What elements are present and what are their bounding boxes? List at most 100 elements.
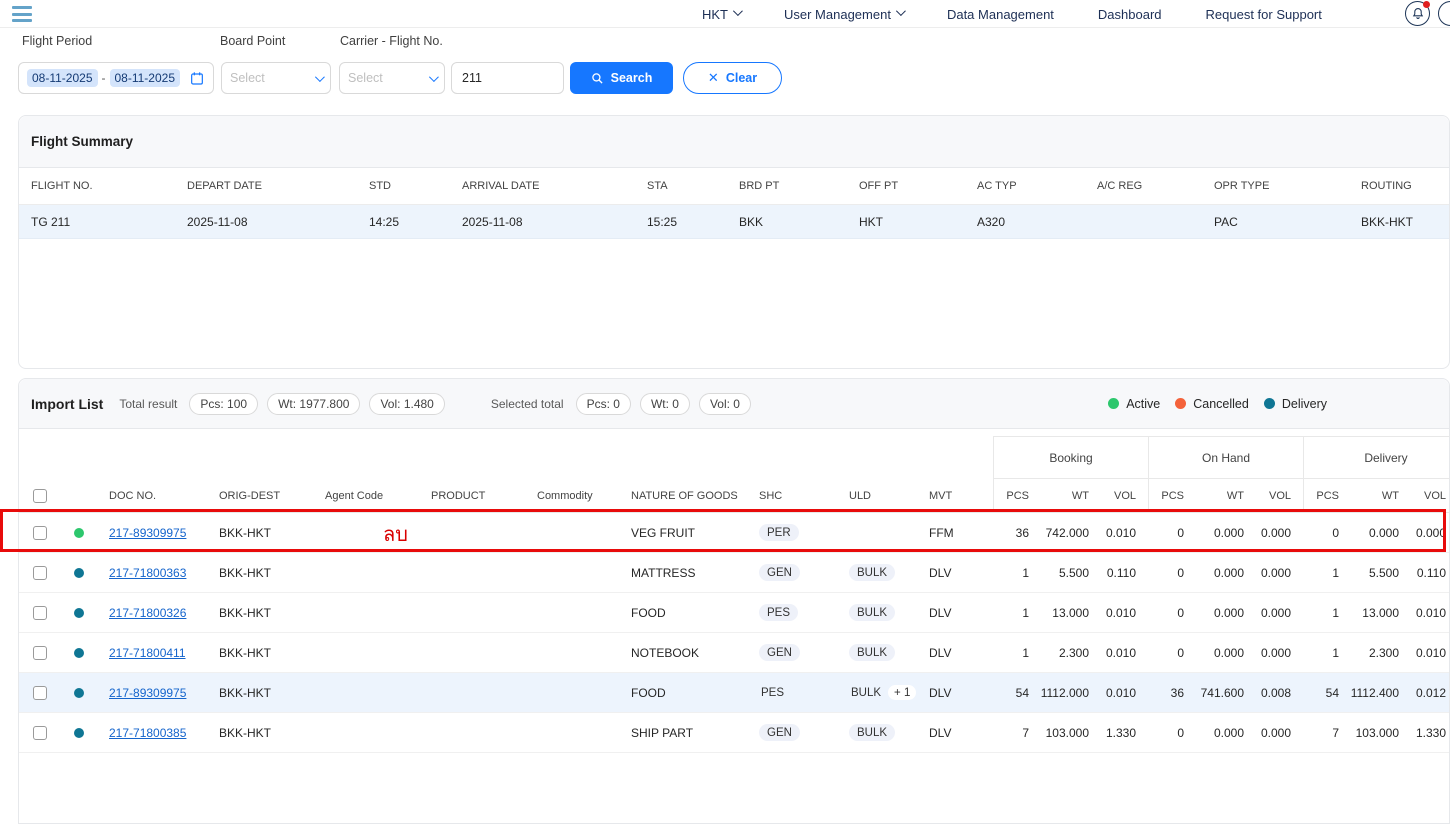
clear-button[interactable]: ✕ Clear <box>683 62 782 94</box>
onhand-vol-value: 0.000 <box>1256 566 1303 580</box>
row-checkbox[interactable] <box>33 726 47 740</box>
menu-icon[interactable] <box>12 6 32 22</box>
row-checkbox[interactable] <box>33 606 47 620</box>
legend-label: Active <box>1126 397 1160 411</box>
search-button[interactable]: Search <box>570 62 673 94</box>
col-shc: SHC <box>751 490 841 502</box>
doc-no-link[interactable]: 217-89309975 <box>109 526 186 540</box>
row-checkbox[interactable] <box>33 686 47 700</box>
shc-badge: GEN <box>759 644 800 661</box>
board-point-select[interactable]: Select <box>221 62 331 94</box>
onhand-wt-value: 0.000 <box>1196 566 1256 580</box>
delivery-wt-value: 2.300 <box>1351 646 1411 660</box>
row-checkbox[interactable] <box>33 646 47 660</box>
flight-summary-panel: Flight Summary FLIGHT NO. DEPART DATE ST… <box>18 115 1450 369</box>
ac-typ-value: A320 <box>965 205 1085 238</box>
legend-item: Delivery <box>1264 397 1327 411</box>
col-delivery-vol: VOL <box>1411 490 1450 502</box>
selected-chips: Pcs: 0 Wt: 0 Vol: 0 <box>576 393 751 415</box>
selected-wt-chip: Wt: 0 <box>640 393 690 415</box>
total-wt-chip: Wt: 1977.800 <box>267 393 360 415</box>
std-value: 14:25 <box>357 205 450 238</box>
chevron-down-icon <box>429 72 439 82</box>
booking-vol-value: 0.010 <box>1101 686 1148 700</box>
onhand-vol-value: 0.000 <box>1256 526 1303 540</box>
col-flight-no: FLIGHT NO. <box>19 168 175 204</box>
arrival-date-value: 2025-11-08 <box>450 205 635 238</box>
clear-button-label: Clear <box>726 71 757 85</box>
delivery-wt-value: 0.000 <box>1351 526 1411 540</box>
notifications-button[interactable] <box>1405 1 1430 26</box>
column-header-row: DOC NO. ORIG-DEST Agent Code PRODUCT Com… <box>19 479 1449 513</box>
top-nav: HKT User Management Data Management Dash… <box>0 0 1450 28</box>
nav-item[interactable]: Request for Support <box>1206 7 1322 22</box>
delivery-vol-value: 0.110 <box>1411 566 1450 580</box>
board-point-label: Board Point <box>220 34 285 48</box>
onhand-pcs-value: 0 <box>1148 646 1196 660</box>
col-arrival-date: ARRIVAL DATE <box>450 168 635 204</box>
nav-item[interactable]: HKT <box>702 7 740 22</box>
booking-pcs-value: 1 <box>993 606 1041 620</box>
col-onhand-vol: VOL <box>1256 490 1303 502</box>
import-row: 217-71800385 BKK-HKT SHIP PART GEN BULK … <box>19 713 1449 753</box>
nature-of-goods-value: NOTEBOOK <box>619 646 751 660</box>
carrier-select[interactable]: Select <box>339 62 445 94</box>
col-opr-type: OPR TYPE <box>1202 168 1349 204</box>
mvt-value: DLV <box>921 646 993 660</box>
onhand-pcs-value: 0 <box>1148 726 1196 740</box>
delivery-vol-value: 0.010 <box>1411 646 1450 660</box>
row-checkbox[interactable] <box>33 566 47 580</box>
mvt-value: FFM <box>921 526 993 540</box>
booking-wt-value: 742.000 <box>1041 526 1101 540</box>
calendar-icon[interactable] <box>189 70 205 86</box>
flight-summary-row[interactable]: TG 211 2025-11-08 14:25 2025-11-08 15:25… <box>19 205 1449 239</box>
flight-period-input[interactable]: 08-11-2025 - 08-11-2025 <box>18 62 214 94</box>
col-uld: ULD <box>841 490 921 502</box>
orig-dest-value: BKK-HKT <box>207 726 313 740</box>
booking-wt-value: 5.500 <box>1041 566 1101 580</box>
booking-pcs-value: 36 <box>993 526 1041 540</box>
doc-no-link[interactable]: 217-89309975 <box>109 686 186 700</box>
depart-date-value: 2025-11-08 <box>175 205 357 238</box>
doc-no-link[interactable]: 217-71800363 <box>109 566 186 580</box>
selected-total-label: Selected total <box>491 397 564 411</box>
total-vol-chip: Vol: 1.480 <box>369 393 444 415</box>
legend-label: Delivery <box>1282 397 1327 411</box>
doc-no-link[interactable]: 217-71800385 <box>109 726 186 740</box>
select-all-checkbox[interactable] <box>33 489 47 503</box>
nav-item[interactable]: User Management <box>784 7 903 22</box>
row-status-dot <box>74 608 84 618</box>
flight-summary-column-headers: FLIGHT NO. DEPART DATE STD ARRIVAL DATE … <box>19 168 1449 205</box>
col-nature-of-goods: NATURE OF GOODS <box>619 490 751 502</box>
row-status-dot <box>74 528 84 538</box>
delivery-wt-value: 1112.400 <box>1351 686 1411 700</box>
uld-badge: BULK <box>849 604 895 621</box>
row-checkbox[interactable] <box>33 526 47 540</box>
nav-item[interactable]: Data Management <box>947 7 1054 22</box>
uld-badge: BULK <box>849 564 895 581</box>
selected-vol-chip: Vol: 0 <box>699 393 751 415</box>
chevron-down-icon <box>896 6 906 16</box>
col-sta: STA <box>635 168 727 204</box>
page: { "colors": { "primary": "#1677ff", "act… <box>0 0 1450 814</box>
mvt-value: DLV <box>921 606 993 620</box>
onhand-vol-value: 0.000 <box>1256 646 1303 660</box>
group-on-hand: On Hand <box>1148 436 1303 479</box>
group-header-row: Booking On Hand Delivery <box>19 436 1449 479</box>
row-status-dot <box>74 568 84 578</box>
doc-no-link[interactable]: 217-71800326 <box>109 606 186 620</box>
onhand-pcs-value: 0 <box>1148 606 1196 620</box>
onhand-pcs-value: 0 <box>1148 566 1196 580</box>
col-mvt: MVT <box>921 490 993 502</box>
nav-item[interactable]: Dashboard <box>1098 7 1162 22</box>
onhand-pcs-value: 36 <box>1148 686 1196 700</box>
user-avatar-button[interactable] <box>1438 1 1450 26</box>
doc-no-link[interactable]: 217-71800411 <box>109 646 186 660</box>
orig-dest-value: BKK-HKT <box>207 526 313 540</box>
flight-no-input[interactable] <box>451 62 564 94</box>
mvt-value: DLV <box>921 726 993 740</box>
x-icon: ✕ <box>708 70 719 86</box>
search-button-label: Search <box>611 71 653 85</box>
delivery-wt-value: 103.000 <box>1351 726 1411 740</box>
col-orig-dest: ORIG-DEST <box>207 490 313 502</box>
